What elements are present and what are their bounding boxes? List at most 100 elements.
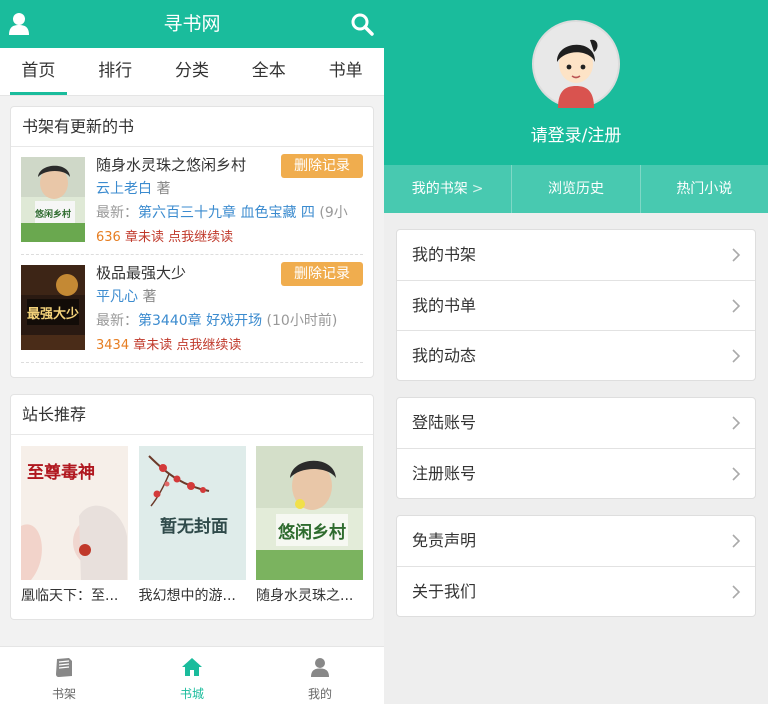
recommend-heading: 站长推荐 (11, 395, 373, 435)
menu-group-account: 登陆账号 注册账号 (396, 397, 756, 499)
unread-text: 章未读 点我继续读 (133, 338, 242, 353)
bottom-nav-bookstore[interactable]: 书城 (128, 647, 256, 704)
svg-text:至尊毒神: 至尊毒神 (27, 462, 95, 483)
chevron-right-icon (732, 349, 741, 363)
svg-text:悠闲乡村: 悠闲乡村 (277, 522, 346, 543)
menu-item-my-bookshelf[interactable]: 我的书架 (397, 230, 755, 280)
quick-link-history[interactable]: 浏览历史 (511, 165, 639, 213)
tab-booklist[interactable]: 书单 (307, 48, 384, 95)
login-register-link[interactable]: 请登录/注册 (384, 121, 768, 146)
menu-group-library: 我的书架 我的书单 我的动态 (396, 229, 756, 381)
bottom-nav-label: 书城 (179, 687, 204, 701)
recommend-book-item[interactable]: 悠闲乡村 随身水灵珠之... (256, 446, 363, 605)
menu-item-label: 登陆账号 (412, 413, 477, 432)
latest-label: 最新： (96, 313, 138, 329)
svg-text:暂无封面: 暂无封面 (160, 516, 228, 537)
author-name[interactable]: 云上老白 (96, 181, 152, 197)
svg-text:悠闲乡村: 悠闲乡村 (34, 208, 71, 220)
tab-category[interactable]: 分类 (154, 48, 231, 95)
shelf-book-item[interactable]: 悠闲乡村 随身水灵珠之悠闲乡村 删除记录 云上老白 著 最新：第六百三十九章 血… (21, 147, 363, 255)
quick-link-hot-novels[interactable]: 热门小说 (639, 165, 768, 213)
author-suffix: 著 (156, 181, 171, 197)
quick-link-label: 热门小说 (676, 181, 733, 197)
search-icon[interactable] (350, 12, 374, 36)
book-cover[interactable]: 至尊毒神 (21, 446, 128, 580)
chevron-right-icon (732, 467, 741, 481)
recommend-book-title[interactable]: 凰临天下：至... (21, 585, 128, 605)
continue-reading-link[interactable]: 636 章未读 点我继续读 (96, 226, 233, 245)
card-spacer (11, 363, 373, 377)
app-title: 寻书网 (163, 13, 221, 35)
latest-chapter-line: 最新：第六百三十九章 血色宝藏 四 (9小 (96, 202, 363, 222)
bookstore-screen: 寻书网 首页 排行 分类 全本 书单 书架有更新的书 悠闲乡村 随身水灵珠之悠闲… (0, 0, 384, 704)
bottom-nav-label: 我的 (307, 687, 332, 701)
recommend-card: 站长推荐 至尊毒神 凰临天下：至... 暂无封面 我幻想中的游... 悠闲乡村 … (10, 394, 374, 620)
quick-link-bookshelf[interactable]: 我的书架 > (384, 165, 511, 213)
quick-links-bar: 我的书架 > 浏览历史 热门小说 (384, 165, 768, 213)
book-title[interactable]: 极品最强大少 (96, 262, 186, 283)
menu-item-label: 我的书架 (412, 245, 477, 264)
latest-chapter-line: 最新：第3440章 好戏开场 (10小时前) (96, 310, 363, 330)
menu-item-register[interactable]: 注册账号 (397, 448, 755, 498)
book-icon (56, 658, 72, 677)
author-name[interactable]: 平凡心 (96, 289, 138, 305)
continue-reading-link[interactable]: 3434 章未读 点我继续读 (96, 334, 241, 353)
book-cover[interactable]: 最强大少 (21, 265, 85, 350)
book-cover[interactable]: 暂无封面 (138, 446, 246, 580)
profile-header: 请登录/注册 (384, 0, 768, 165)
quick-link-label: 浏览历史 (547, 181, 604, 197)
book-author: 云上老白 著 (96, 178, 170, 198)
menu-group-about: 免责声明 关于我们 (396, 515, 756, 617)
menu-item-label: 我的动态 (412, 346, 477, 365)
menu-item-login[interactable]: 登陆账号 (397, 398, 755, 448)
book-cover[interactable]: 悠闲乡村 (21, 157, 85, 242)
menu-item-my-activity[interactable]: 我的动态 (397, 330, 755, 380)
bottom-nav-label: 书架 (51, 687, 76, 701)
menu-item-about-us[interactable]: 关于我们 (397, 566, 755, 616)
menu-item-label: 免责声明 (412, 531, 477, 550)
unread-count: 3434 (96, 338, 130, 353)
chevron-right-icon (732, 416, 741, 430)
latest-chapter-link[interactable]: 第3440章 好戏开场 (138, 313, 262, 329)
svg-text:最强大少: 最强大少 (27, 306, 79, 322)
tab-home[interactable]: 首页 (0, 48, 77, 95)
chevron-right-icon: > (471, 181, 484, 197)
chevron-right-icon (732, 534, 741, 548)
recommend-list: 至尊毒神 凰临天下：至... 暂无封面 我幻想中的游... 悠闲乡村 随身水灵珠… (11, 435, 373, 619)
delete-record-button[interactable]: 删除记录 (281, 262, 363, 286)
author-suffix: 著 (142, 289, 157, 305)
shelf-book-item[interactable]: 最强大少 极品最强大少 删除记录 平凡心 著 最新：第3440章 好戏开场 (1… (21, 255, 363, 363)
unread-text: 章未读 点我继续读 (124, 230, 234, 245)
avatar[interactable] (532, 20, 620, 108)
bottom-nav-bookshelf[interactable]: 书架 (0, 647, 128, 704)
tab-complete[interactable]: 全本 (230, 48, 307, 95)
profile-screen: 请登录/注册 我的书架 > 浏览历史 热门小说 我的书架 我的书单 我的动态 登陆… (384, 0, 768, 704)
latest-time: (10小时前) (266, 313, 338, 329)
tab-ranking[interactable]: 排行 (77, 48, 154, 95)
recommend-book-item[interactable]: 暂无封面 我幻想中的游... (138, 446, 246, 605)
shelf-updates-card: 书架有更新的书 悠闲乡村 随身水灵珠之悠闲乡村 删除记录 云上老白 著 最新：第… (10, 106, 374, 378)
chevron-right-icon (732, 248, 741, 262)
book-title[interactable]: 随身水灵珠之悠闲乡村 (96, 154, 246, 175)
recommend-book-item[interactable]: 至尊毒神 凰临天下：至... (21, 446, 128, 605)
chevron-right-icon (732, 299, 741, 313)
menu-item-my-booklist[interactable]: 我的书单 (397, 280, 755, 330)
latest-chapter-link[interactable]: 第六百三十九章 血色宝藏 四 (138, 205, 315, 221)
user-icon (311, 658, 329, 677)
chevron-right-icon (732, 585, 741, 599)
unread-count: 636 (96, 230, 121, 245)
nav-tabs: 首页 排行 分类 全本 书单 (0, 48, 384, 96)
latest-label: 最新： (96, 205, 138, 221)
quick-link-label: 我的书架 (411, 181, 468, 197)
home-icon (182, 658, 202, 676)
menu-item-disclaimer[interactable]: 免责声明 (397, 516, 755, 566)
delete-record-button[interactable]: 删除记录 (281, 154, 363, 178)
menu-item-label: 我的书单 (412, 296, 477, 315)
shelf-updates-heading: 书架有更新的书 (11, 107, 373, 147)
bottom-nav-mine[interactable]: 我的 (256, 647, 384, 704)
latest-time: (9小 (319, 205, 348, 221)
book-cover[interactable]: 悠闲乡村 (256, 446, 363, 580)
recommend-book-title[interactable]: 随身水灵珠之... (256, 585, 363, 605)
book-author: 平凡心 著 (96, 286, 156, 306)
recommend-book-title[interactable]: 我幻想中的游... (139, 585, 246, 605)
